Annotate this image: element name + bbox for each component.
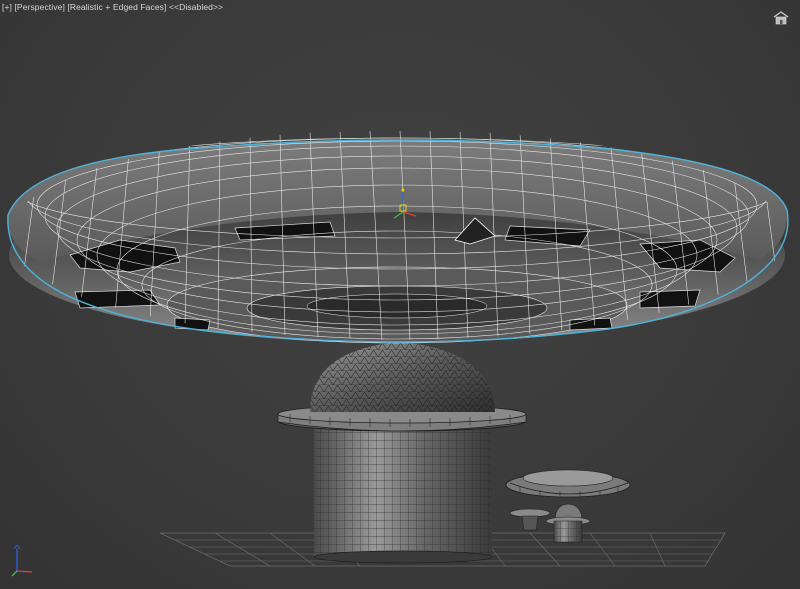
- home-viewcube-icon[interactable]: [772, 10, 790, 26]
- viewport-state-label[interactable]: <<Disabled>>: [169, 2, 223, 12]
- saucer-tiny[interactable]: [509, 508, 551, 531]
- scene-3d[interactable]: [0, 0, 800, 589]
- viewport-label-bar: [+] [Perspective] [Realistic + Edged Fac…: [2, 2, 223, 12]
- perspective-viewport[interactable]: [+] [Perspective] [Realistic + Edged Fac…: [0, 0, 800, 589]
- tower-small[interactable]: [545, 503, 591, 543]
- viewport-view-label[interactable]: [Perspective]: [14, 2, 64, 12]
- tower[interactable]: [277, 342, 527, 564]
- world-axis-tripod-icon: [11, 545, 33, 577]
- viewport-shading-label[interactable]: [Realistic + Edged Faces]: [67, 2, 166, 12]
- saucer-main[interactable]: [7, 130, 789, 344]
- saucer-small[interactable]: [505, 469, 631, 498]
- viewport-menu-label[interactable]: [+]: [2, 2, 12, 12]
